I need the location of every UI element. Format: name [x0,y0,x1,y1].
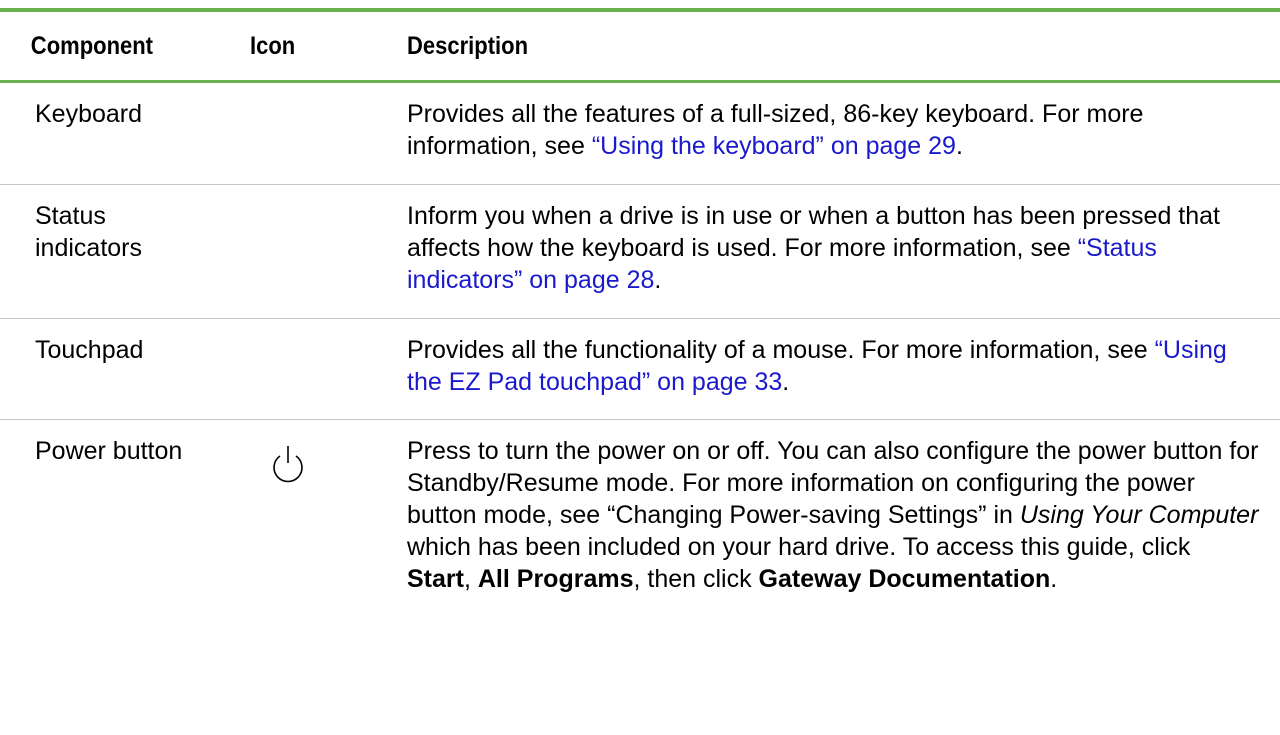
component-name: Status indicators [35,202,142,262]
description-text: , [463,565,478,593]
component-description: Inform you when a drive is in use or whe… [407,185,1280,318]
icon-cell [250,83,407,184]
component-name: Touchpad [35,336,144,364]
component-description: Provides all the features of a full-size… [407,83,1280,184]
power-icon [273,446,303,483]
component-description: Provides all the functionality of a mous… [407,319,1280,419]
header-component: Component [30,31,154,60]
description-text: . [782,368,790,396]
table-row: Keyboard Provides all the features of a … [0,83,1280,185]
table-header-row: Component Icon Description [0,12,1280,83]
gateway-documentation-label: Gateway Documentation [758,565,1051,593]
description-text: which has been included on your hard dri… [407,533,1191,561]
keyboard-page-link[interactable]: “Using the keyboard” on page 29 [592,132,956,160]
header-icon: Icon [250,31,296,60]
component-table: Component Icon Description Keyboard Prov… [0,8,1280,720]
description-text: , then click [633,565,759,593]
description-text: . [1050,565,1058,593]
start-menu-label: Start [407,565,464,593]
icon-cell [250,185,407,318]
table-row: Touchpad Provides all the functionality … [0,319,1280,420]
description-text: . [955,132,963,160]
icon-cell [250,420,407,720]
table-row: Power button Press to turn the power on … [0,420,1280,720]
icon-cell [250,319,407,419]
component-name: Power button [35,437,183,465]
component-name: Keyboard [35,100,143,128]
all-programs-label: All Programs [477,565,634,593]
header-description: Description [407,31,529,60]
component-description: Press to turn the power on or off. You c… [407,420,1280,720]
description-text: . [654,266,662,294]
guide-title: Using Your Computer [1019,501,1259,529]
table-row: Status indicators Inform you when a driv… [0,185,1280,319]
description-text: Provides all the functionality of a mous… [407,336,1155,364]
